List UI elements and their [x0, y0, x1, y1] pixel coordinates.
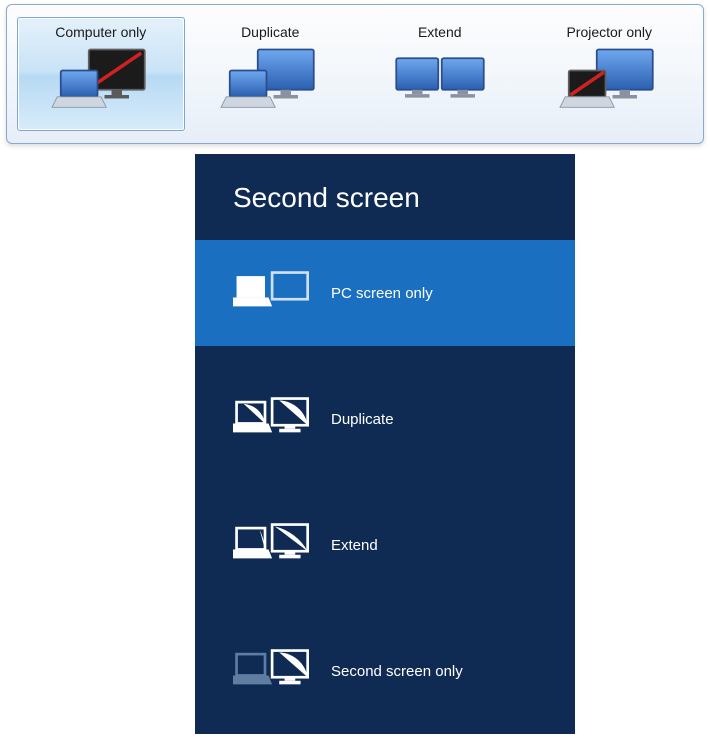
win7-option-label: Duplicate — [241, 24, 299, 40]
computer-only-icon — [46, 46, 156, 116]
win8-second-screen-panel: Second screen PC screen only Duplicate — [195, 154, 575, 734]
win8-option-second-screen-only[interactable]: Second screen only — [195, 618, 575, 724]
win7-option-label: Projector only — [566, 24, 652, 40]
win8-option-label: Extend — [331, 537, 378, 554]
win7-option-label: Extend — [418, 24, 462, 40]
duplicate-icon — [233, 395, 313, 443]
extend-icon — [385, 46, 495, 116]
win8-option-pc-screen-only[interactable]: PC screen only — [195, 240, 575, 346]
extend-icon — [233, 521, 313, 569]
win8-option-label: Second screen only — [331, 663, 463, 680]
second-screen-only-icon — [233, 647, 313, 695]
win7-option-computer-only[interactable]: Computer only — [17, 17, 185, 131]
win7-option-extend[interactable]: Extend — [356, 17, 524, 131]
pc-screen-only-icon — [233, 269, 313, 317]
win7-projector-bar: Computer only Duplicate — [6, 4, 704, 144]
duplicate-icon — [215, 46, 325, 116]
win8-option-label: Duplicate — [331, 411, 394, 428]
win8-option-extend[interactable]: Extend — [195, 492, 575, 598]
win8-option-label: PC screen only — [331, 285, 433, 302]
win8-option-duplicate[interactable]: Duplicate — [195, 366, 575, 472]
win7-option-duplicate[interactable]: Duplicate — [187, 17, 355, 131]
win8-panel-title: Second screen — [195, 182, 575, 240]
projector-only-icon — [554, 46, 664, 116]
win7-option-label: Computer only — [55, 24, 146, 40]
win7-option-projector-only[interactable]: Projector only — [526, 17, 694, 131]
